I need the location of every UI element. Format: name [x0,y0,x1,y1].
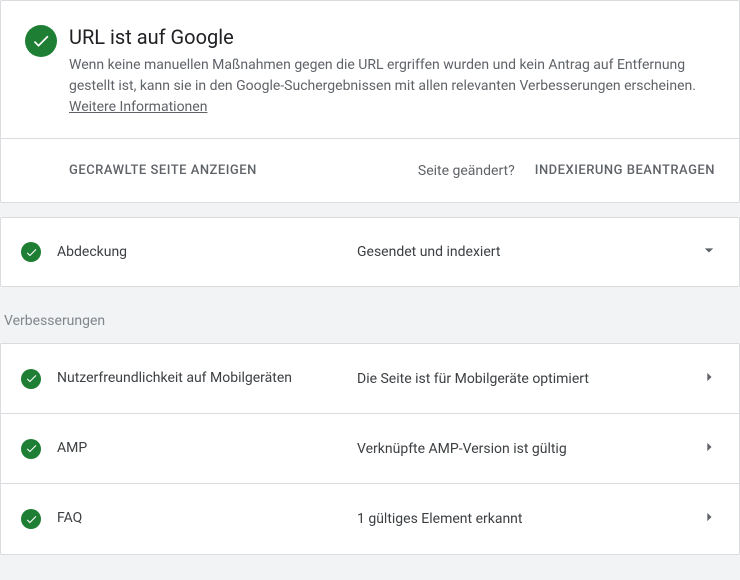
chevron-right-icon [699,507,719,531]
list-item[interactable]: Nutzerfreundlichkeit auf Mobilgeräten Di… [1,344,739,414]
request-indexing-button[interactable]: INDEXIERUNG BEANTRAGEN [535,155,715,186]
more-info-link[interactable]: Weitere Informationen [69,99,207,115]
enhancement-label: FAQ [57,509,357,529]
chevron-down-icon [699,240,719,264]
status-body: URL ist auf Google Wenn keine manuellen … [69,25,715,118]
enhancements-title: Verbesserungen [4,313,740,329]
page-changed-label: Seite geändert? [418,163,515,179]
status-description: Wenn keine manuellen Maßnahmen gegen die… [69,55,715,118]
enhancements-card: Nutzerfreundlichkeit auf Mobilgeräten Di… [0,343,740,555]
coverage-value: Gesendet und indexiert [357,244,699,260]
enhancement-value: 1 gültiges Element erkannt [357,511,699,527]
chevron-right-icon [699,437,719,461]
coverage-row[interactable]: Abdeckung Gesendet und indexiert [0,217,740,287]
status-description-text: Wenn keine manuellen Maßnahmen gegen die… [69,57,696,94]
list-item[interactable]: AMP Verknüpfte AMP-Version ist gültig [1,414,739,484]
enhancement-label: AMP [57,439,357,459]
check-circle-icon [21,509,41,529]
coverage-label: Abdeckung [57,244,357,260]
status-actions: GECRAWLTE SEITE ANZEIGEN Seite geändert?… [1,139,739,202]
check-circle-icon [25,25,57,57]
status-title: URL ist auf Google [69,25,715,49]
status-header: URL ist auf Google Wenn keine manuellen … [1,1,739,139]
check-circle-icon [21,439,41,459]
list-item[interactable]: FAQ 1 gültiges Element erkannt [1,484,739,554]
enhancement-value: Verknüpfte AMP-Version ist gültig [357,441,699,457]
status-icon-col [25,25,69,118]
chevron-right-icon [699,367,719,391]
check-circle-icon [21,369,41,389]
view-crawled-button[interactable]: GECRAWLTE SEITE ANZEIGEN [69,155,257,186]
actions-right: Seite geändert? INDEXIERUNG BEANTRAGEN [418,155,715,186]
status-card: URL ist auf Google Wenn keine manuellen … [0,0,740,203]
enhancement-value: Die Seite ist für Mobilgeräte optimiert [357,371,699,387]
check-circle-icon [21,242,41,262]
enhancement-label: Nutzerfreundlichkeit auf Mobilgeräten [57,369,357,389]
